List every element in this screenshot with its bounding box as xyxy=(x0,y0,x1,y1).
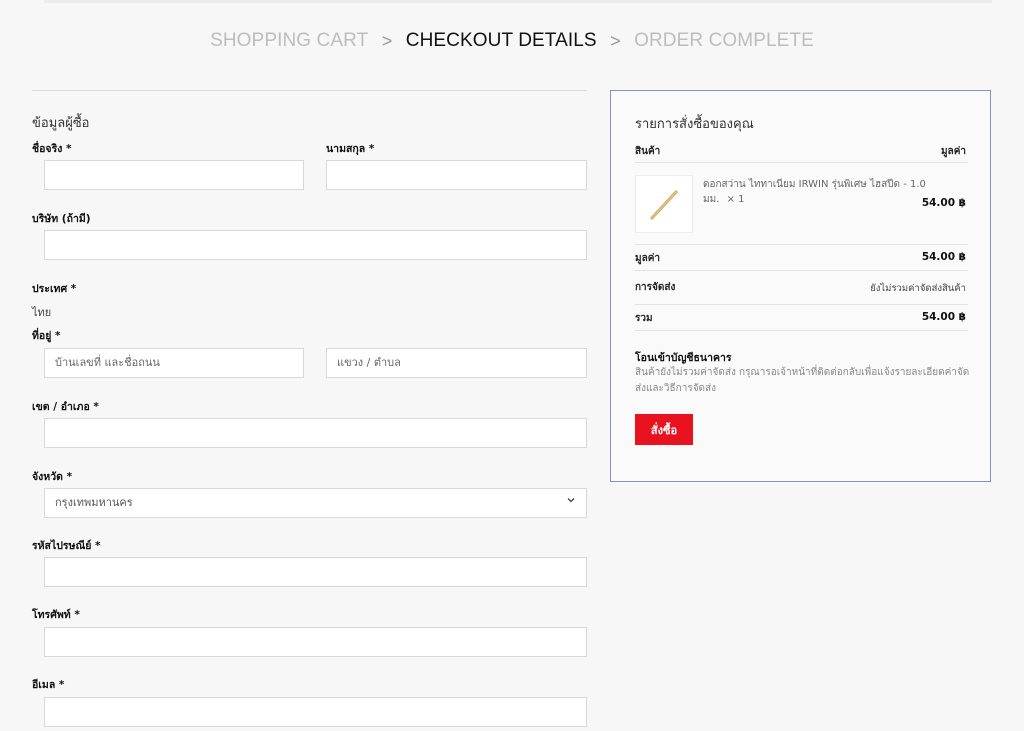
product-quantity: × 1 xyxy=(726,194,745,205)
first-name-label: ชื่อจริง * xyxy=(32,143,72,155)
summary-divider xyxy=(635,162,968,163)
last-name-label: นามสกุล * xyxy=(326,143,375,155)
payment-method-title: โอนเข้าบัญชีธนาคาร xyxy=(635,352,732,364)
province-selected-value: กรุงเทพมหานคร xyxy=(55,496,133,509)
step-shopping-cart[interactable]: SHOPPING CART xyxy=(210,30,368,52)
postcode-label: รหัสไปรษณีย์ * xyxy=(32,540,101,552)
top-divider xyxy=(44,0,992,3)
total-label: รวม xyxy=(635,313,653,324)
summary-divider xyxy=(635,330,968,331)
product-price: 54.00 ฿ xyxy=(921,197,966,209)
company-field[interactable] xyxy=(44,230,587,260)
total-value: 54.00 ฿ xyxy=(921,311,966,323)
subtotal-value: 54.00 ฿ xyxy=(921,251,966,263)
company-label: บริษัท (ถ้ามี) xyxy=(32,213,91,225)
step-separator: > xyxy=(381,30,393,51)
checkout-steps: SHOPPING CART > CHECKOUT DETAILS > ORDER… xyxy=(0,30,1024,52)
billing-form: ข้อมูลผู้ซื้อ ชื่อจริง * นามสกุล * บริษั… xyxy=(32,90,587,727)
address-label: ที่อยู่ * xyxy=(32,330,61,342)
subtotal-label: มูลค่า xyxy=(635,253,661,264)
email-label: อีเมล * xyxy=(32,679,65,691)
step-separator: > xyxy=(610,30,621,51)
province-select[interactable]: กรุงเทพมหานคร xyxy=(44,488,587,518)
phone-label: โทรศัพท์ * xyxy=(32,609,80,621)
district-field[interactable] xyxy=(44,418,587,448)
payment-method-description: สินค้ายังไม่รวมค่าจัดส่ง กรุณารอเจ้าหน้า… xyxy=(635,367,970,394)
place-order-button[interactable]: สั่งซื้อ xyxy=(635,414,693,445)
district-label: เขต / อำเภอ * xyxy=(32,401,99,413)
country-label: ประเทศ * xyxy=(32,283,77,295)
address-street-field[interactable]: บ้านเลขที่ และชื่อถนน xyxy=(44,348,304,378)
summary-divider xyxy=(635,270,968,271)
email-field[interactable] xyxy=(44,697,587,727)
shipping-value: ยังไม่รวมค่าจัดส่งสินค้า xyxy=(870,283,966,294)
province-label: จังหวัด * xyxy=(32,471,73,483)
first-name-field[interactable] xyxy=(44,160,304,190)
summary-divider xyxy=(635,244,968,245)
subdistrict-field[interactable]: แขวง / ตำบล xyxy=(326,348,587,378)
col-product-header: สินค้า xyxy=(635,146,661,157)
step-order-complete: ORDER COMPLETE xyxy=(634,30,814,51)
chevron-down-icon xyxy=(566,489,576,517)
shipping-label: การจัดส่ง xyxy=(635,282,676,293)
order-summary: รายการสั่งซื้อของคุณ สินค้า มูลค่า ดอกสว… xyxy=(610,90,991,482)
country-value: ไทย xyxy=(32,306,52,319)
phone-field[interactable] xyxy=(44,627,587,657)
form-divider xyxy=(32,90,587,91)
summary-divider xyxy=(635,304,968,305)
step-checkout-details[interactable]: CHECKOUT DETAILS xyxy=(406,30,597,52)
billing-title: ข้อมูลผู้ซื้อ xyxy=(32,116,90,131)
postcode-field[interactable] xyxy=(44,557,587,587)
summary-title: รายการสั่งซื้อของคุณ xyxy=(635,117,754,132)
product-name: ดอกสว่าน ไททาเนียม IRWIN รุ่นพิเศษ ไฮสปี… xyxy=(703,177,943,207)
last-name-field[interactable] xyxy=(326,160,587,190)
product-thumbnail xyxy=(635,175,693,233)
col-total-header: มูลค่า xyxy=(940,146,966,157)
